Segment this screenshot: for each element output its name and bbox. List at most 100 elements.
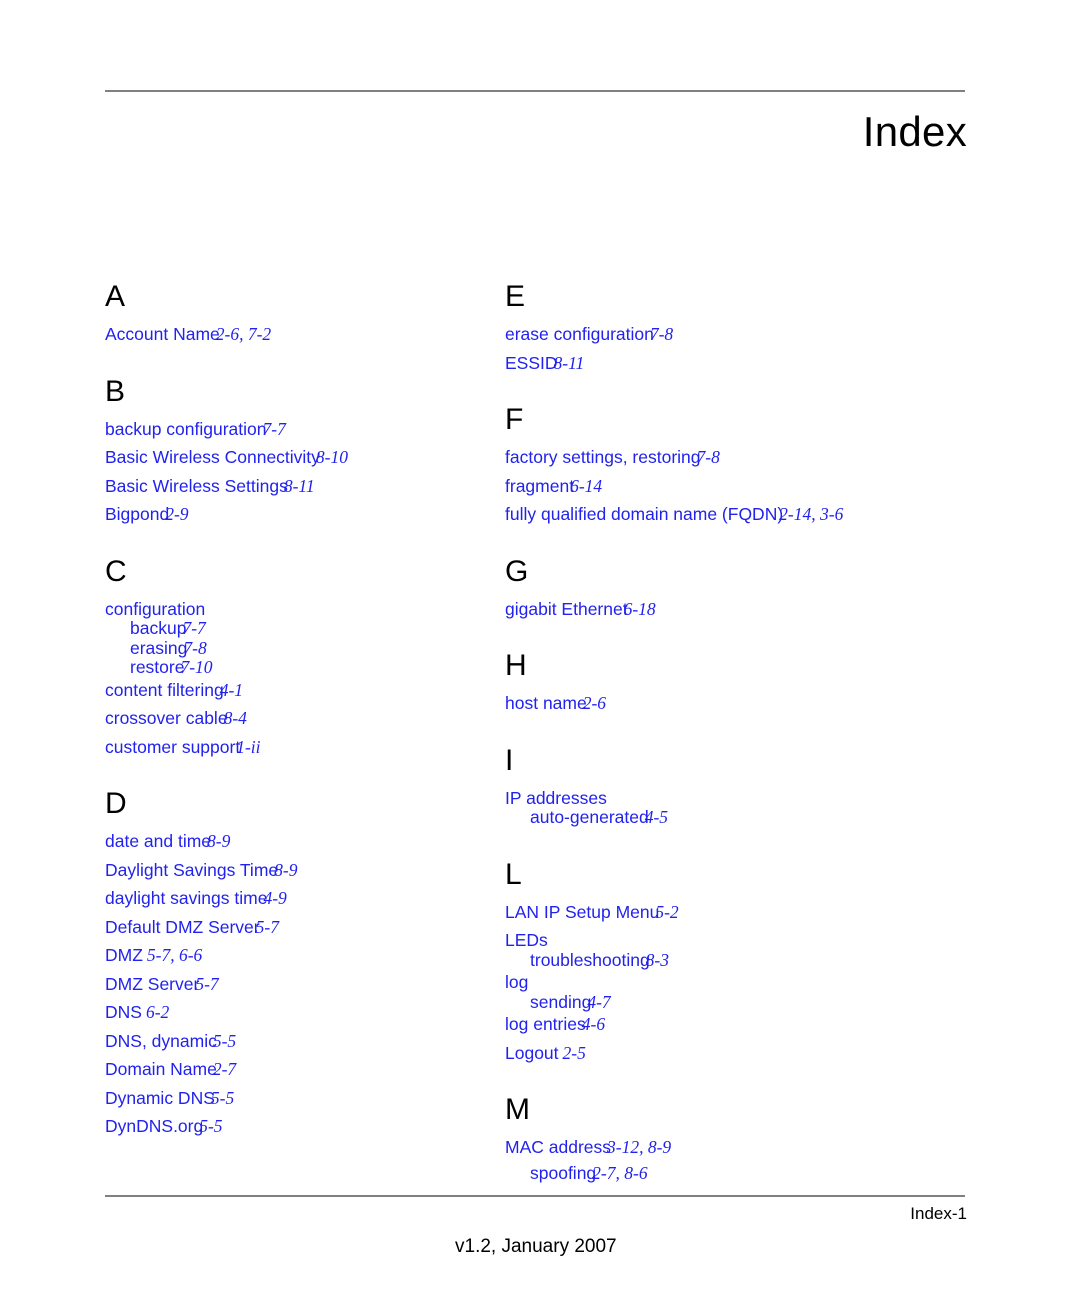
index-entry-pages: 4-7 [587,991,611,1012]
index-entry[interactable]: ESSID8-11 [505,352,975,373]
index-entry[interactable]: IP addresses [505,789,975,808]
letter-group-B: Bbackup configuration7-7 Basic Wireless C… [105,376,455,524]
header-divider [105,90,965,92]
index-entry[interactable]: erasing7-8 [105,637,455,658]
index-page: Index A Account Name2-6, 7-2 Bbackup confi… [0,0,1080,1296]
letter-heading: G [505,554,529,588]
index-entry-pages: 8-11 [553,352,585,373]
index-entry-term: DNS, dynamic [105,1030,217,1051]
index-entry[interactable]: daylight savings time4-9 [105,888,455,908]
letter-heading: A [105,280,126,313]
index-entry[interactable]: Account Name2-6, 7-2 [105,325,455,344]
index-entry-term: LAN IP Setup Menu [505,901,660,922]
index-entry[interactable]: backup7-7 [105,618,455,638]
index-entry-pages: 2-14, 3-6 [779,504,844,524]
index-entry[interactable]: backup configuration7-7 [105,418,455,439]
index-entry[interactable]: auto-generated4-5 [505,807,975,827]
index-entry-term: ESSID [505,352,558,373]
index-entry-term: daylight savings time [105,888,268,908]
index-entry-term: troubleshooting [530,949,650,970]
index-entry-term: fragment [505,475,575,496]
index-entry[interactable]: DNS, dynamic5-5 [105,1030,455,1051]
index-entry-pages: 5-5 [210,1087,235,1108]
index-entry-term: Basic Wireless Connectivity [105,447,320,467]
index-entry-pages: 5-5 [199,1116,223,1136]
index-entry[interactable]: DMZ 5-7, 6-6 [105,946,455,965]
index-entry-pages: 8-10 [315,447,348,467]
index-entry-pages: 5-7 [195,973,219,994]
index-entry[interactable]: spoofing2-7, 8-6 [505,1162,975,1183]
index-entry[interactable]: customer support1-ii [105,736,455,757]
index-entry[interactable]: configuration [105,600,455,619]
index-entry-term: crossover cable [105,708,228,728]
index-entry[interactable]: LEDs [505,930,975,950]
index-entry[interactable]: Domain Name2-7 [105,1059,455,1079]
index-entry-term: host name [505,693,587,713]
index-entry-pages: 2-7 [212,1059,237,1079]
index-entry[interactable]: erase configuration7-8 [505,324,975,344]
index-entry[interactable]: crossover cable8-4 [105,708,455,728]
index-entry[interactable]: DynDNS.org5-5 [105,1116,455,1136]
index-entry-term: backup [130,618,187,638]
index-entry-term: Domain Name [105,1059,217,1079]
index-entry-term: Dynamic DNS [105,1087,215,1108]
letter-heading: C [105,554,127,588]
letter-group-D: Ddate and time8-9 Daylight Savings Time8-… [105,789,455,1136]
index-entry[interactable]: Basic Wireless Connectivity8-10 [105,447,455,467]
index-entry-term: MAC address [505,1137,612,1157]
index-entry[interactable]: DMZ Server5-7 [105,973,455,994]
index-entry-term: backup configuration [105,418,267,439]
index-entry[interactable]: host name2-6 [505,693,975,713]
index-entry[interactable]: MAC address3-12, 8-9 [505,1137,975,1157]
index-entry-pages: 8-9 [207,831,231,851]
index-entry-term: spoofing [530,1162,597,1183]
index-entry[interactable]: gigabit Ethernet6-18 [505,598,975,619]
index-entry-term: DynDNS.org [105,1116,204,1136]
index-entry-pages: 7-10 [180,657,213,677]
index-entry-term: log [505,972,529,992]
index-entry-pages: 5-2 [655,901,679,922]
index-entry-pages: 7-8 [183,637,207,658]
index-entry-pages: 8-3 [645,949,669,970]
letter-heading: H [505,649,527,682]
letter-heading: I [505,743,514,777]
index-entry[interactable]: troubleshooting8-3 [505,949,975,970]
index-entry[interactable]: DNS 6-2 [105,1002,455,1022]
index-entry-pages: 8-4 [223,708,247,728]
letter-group-I: I IP addresses auto-generated4-5 [505,743,975,827]
index-entry-pages: 6-18 [623,598,656,619]
index-entry-pages: 6-2 [145,1002,170,1022]
index-entry[interactable]: Bigpond2-9 [105,505,455,524]
index-entry[interactable]: Default DMZ Server5-7 [105,916,455,937]
index-entry[interactable]: factory settings, restoring7-8 [505,448,975,467]
index-entry-pages: 4-5 [644,807,669,827]
footer-divider [105,1195,965,1197]
index-entry[interactable]: log [505,972,975,992]
index-entry[interactable]: log entries4-6 [505,1015,975,1034]
index-entry[interactable]: fragment6-14 [505,475,975,496]
index-entry[interactable]: Daylight Savings Time8-9 [105,861,455,880]
index-entry-pages: 8-11 [283,475,315,496]
index-entry-term: Default DMZ Server [105,916,260,937]
footer-page-number: Index-1 [910,1204,967,1223]
letter-group-F: Ffactory settings, restoring7-8 fragment6… [505,405,975,524]
index-entry[interactable]: LAN IP Setup Menu5-2 [505,901,975,922]
index-entry[interactable]: Basic Wireless Settings8-11 [105,475,455,496]
index-entry[interactable]: Logout 2-5 [505,1042,975,1063]
index-entry-pages: 1-ii [236,736,261,757]
index-entry-term: LEDs [505,930,548,950]
page-title: Index [862,108,967,155]
index-entry[interactable]: content filtering4-1 [105,679,455,700]
index-entry[interactable]: restore7-10 [105,657,455,677]
index-entry[interactable]: sending4-7 [505,991,975,1012]
index-entry[interactable]: Dynamic DNS5-5 [105,1087,455,1108]
index-entry[interactable]: fully qualified domain name (FQDN)2-14, … [505,504,975,524]
index-entry-pages: 2-6 [582,693,607,713]
index-entry-pages: 2-5 [562,1042,586,1063]
letter-heading: L [505,857,522,891]
letter-group-H: Hhost name2-6 [505,651,975,713]
index-entry-term: erase configuration [505,324,654,344]
index-entry-pages: 4-1 [219,679,244,700]
index-entry-term: erasing [130,637,188,658]
index-entry[interactable]: date and time8-9 [105,831,455,851]
